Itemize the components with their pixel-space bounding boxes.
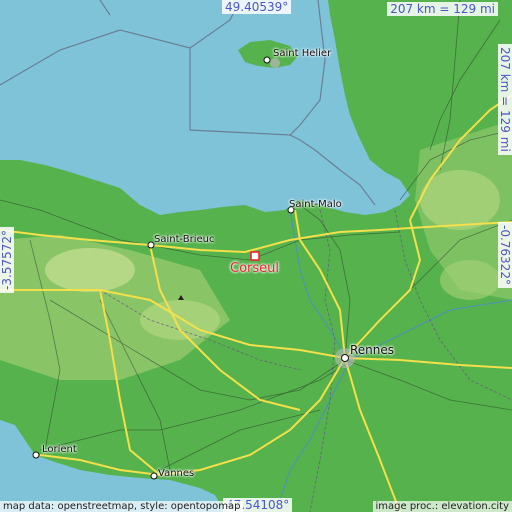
place-label-saint-malo[interactable]: Saint-Malo <box>289 199 342 210</box>
highlight-place-label[interactable]: Corseul <box>230 261 279 276</box>
coord-top-label: 49.40539° <box>222 0 292 14</box>
place-label-lorient[interactable]: Lorient <box>42 444 77 455</box>
place-label-saint-brieuc[interactable]: Saint-Brieuc <box>154 234 215 245</box>
map-data-credit: map data: openstreetmap, style: opentopo… <box>0 501 244 512</box>
coord-left-label: -3.57572° <box>0 227 14 293</box>
city-marker-icon <box>150 472 158 480</box>
place-markers <box>32 56 349 480</box>
place-label-saint-helier[interactable]: Saint Helier <box>273 48 331 59</box>
city-marker-icon <box>263 56 271 64</box>
scale-horizontal-label: 207 km = 129 mi <box>387 2 498 16</box>
map-view[interactable]: Saint Helier Saint-Malo Saint-Brieuc Ren… <box>0 0 512 512</box>
highlight-marker-icon <box>250 251 260 261</box>
city-marker-icon <box>341 354 349 362</box>
image-proc-credit: image proc.: elevation.city <box>372 501 512 512</box>
scale-vertical-label: 207 km = 129 mi <box>498 44 512 155</box>
place-label-vannes[interactable]: Vannes <box>158 468 194 479</box>
place-label-rennes[interactable]: Rennes <box>350 343 394 357</box>
coord-right-label: -0.76322° <box>498 222 512 288</box>
city-marker-icon <box>32 451 40 459</box>
